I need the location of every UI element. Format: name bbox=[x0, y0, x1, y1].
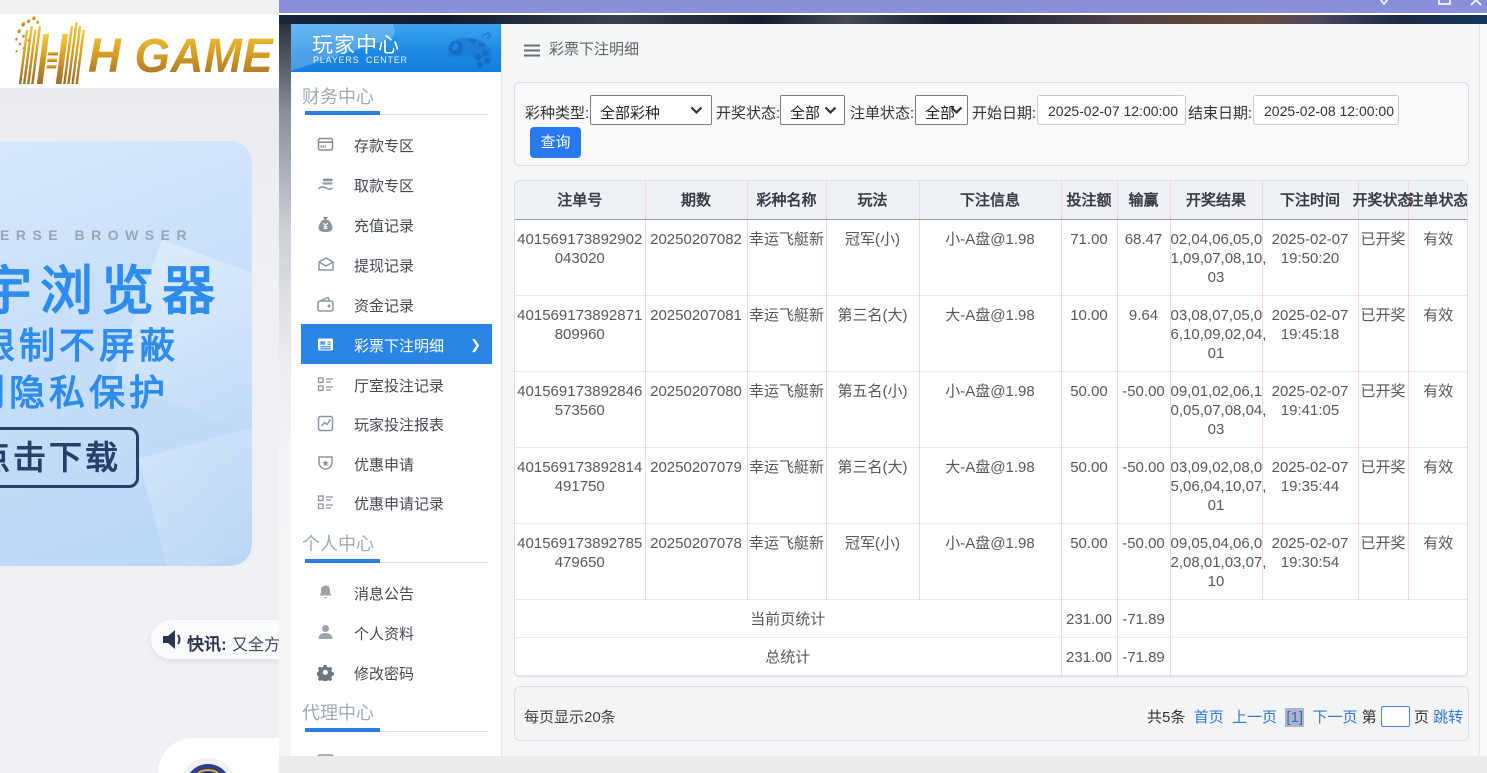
svg-text:H GAME: H GAME bbox=[88, 29, 274, 82]
